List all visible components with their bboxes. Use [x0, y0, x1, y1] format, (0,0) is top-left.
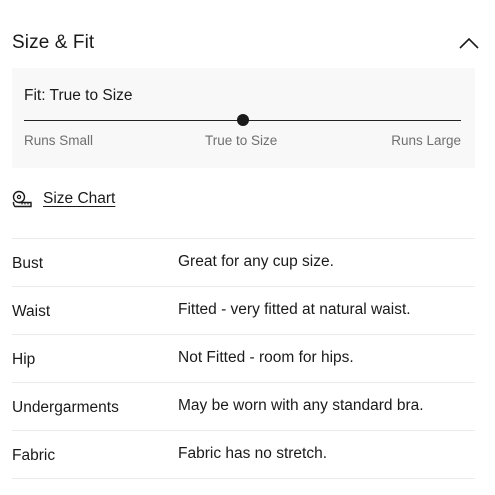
detail-value: Not Fitted - room for hips.: [178, 349, 354, 366]
size-fit-page: Size & Fit Fit: True to Size Runs Small …: [0, 0, 495, 495]
size-chart-link[interactable]: Size Chart: [12, 190, 115, 208]
detail-row-undergarments: Undergarments May be worn with any stand…: [12, 382, 475, 430]
detail-label: Fabric: [12, 447, 56, 464]
detail-value: Fabric has no stretch.: [178, 445, 328, 462]
fit-scale-track: [24, 114, 461, 126]
fit-label: Fit: True to Size: [24, 87, 133, 104]
detail-row-hip: Hip Not Fitted - room for hips.: [12, 334, 475, 382]
scale-label-runs-large: Runs Large: [391, 133, 461, 148]
detail-row-fabric: Fabric Fabric has no stretch.: [12, 430, 475, 479]
section-title: Size & Fit: [12, 32, 95, 53]
fit-panel: Fit: True to Size Runs Small True to Siz…: [12, 68, 475, 168]
fit-details-list: Bust Great for any cup size. Waist Fitte…: [12, 238, 475, 479]
detail-label: Undergarments: [12, 399, 119, 416]
detail-label: Hip: [12, 351, 36, 368]
detail-row-waist: Waist Fitted - very fitted at natural wa…: [12, 286, 475, 334]
detail-value: Great for any cup size.: [178, 253, 334, 270]
detail-label: Waist: [12, 303, 51, 320]
scale-label-true-to-size: True to Size: [205, 133, 278, 148]
tape-measure-icon: [12, 190, 34, 208]
chevron-up-icon[interactable]: [457, 33, 481, 53]
detail-row-bust: Bust Great for any cup size.: [12, 238, 475, 286]
scale-label-runs-small: Runs Small: [24, 133, 94, 148]
size-chart-label[interactable]: Size Chart: [43, 190, 115, 208]
fit-indicator-dot: [236, 114, 249, 126]
detail-value: May be worn with any standard bra.: [178, 397, 424, 414]
size-fit-header[interactable]: Size & Fit: [12, 28, 481, 58]
detail-label: Bust: [12, 255, 44, 272]
detail-value: Fitted - very fitted at natural waist.: [178, 301, 411, 318]
